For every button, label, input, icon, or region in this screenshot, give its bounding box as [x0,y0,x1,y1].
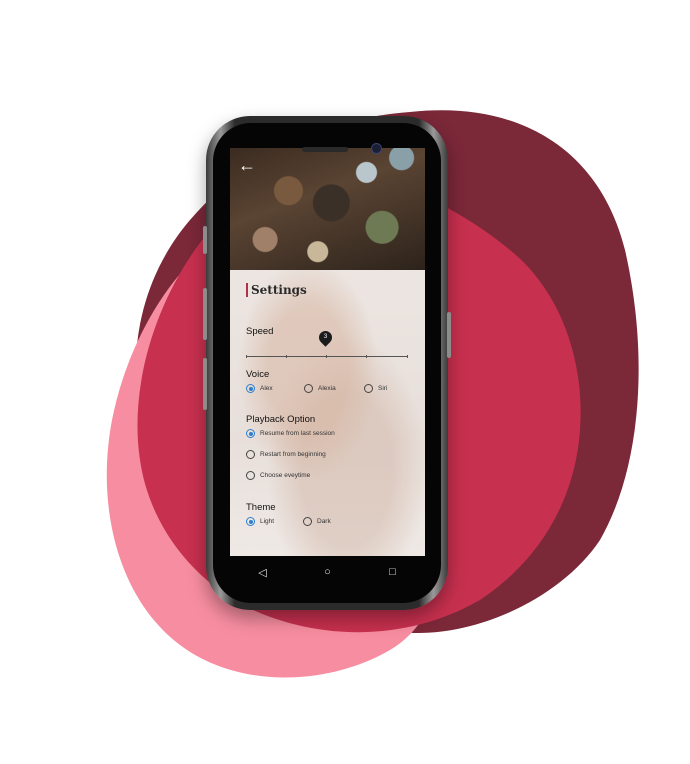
radio-unselected-icon [246,471,255,480]
phone-mockup: ← Settings Speed 3 Voice Alex Alexia Sir… [203,116,451,610]
voice-option-label: Alex [260,385,273,392]
speed-label: Speed [246,326,274,337]
playback-option-resume[interactable]: Resume from last session [246,429,335,438]
speed-value: 3 [323,334,328,340]
side-button-right [447,312,451,358]
playback-option-choose[interactable]: Choose eveytime [246,471,310,480]
nav-home-icon[interactable]: ○ [317,566,339,578]
volume-down-button [203,358,207,410]
radio-unselected-icon [246,450,255,459]
slider-tick [366,355,367,358]
nav-recents-icon[interactable]: □ [382,566,404,578]
theme-option-label: Light [260,518,275,525]
slider-tick [286,355,287,358]
radio-selected-icon [246,384,255,393]
playback-option-label: Resume from last session [260,430,335,437]
speed-slider[interactable] [246,355,408,358]
settings-panel: Settings Speed 3 Voice Alex Alexia Siri … [230,270,425,556]
voice-option-alex[interactable]: Alex [246,384,273,393]
playback-option-label: Restart from beginning [260,451,326,458]
playback-option-label: Choose eveytime [260,472,311,479]
back-button[interactable]: ← [234,152,260,178]
playback-option-restart[interactable]: Restart from beginning [246,450,326,459]
android-nav-bar: ◁ ○ □ [230,556,425,588]
slider-tick [326,355,327,358]
radio-unselected-icon [364,384,373,393]
theme-option-light[interactable]: Light [246,517,274,526]
volume-up-button [203,288,207,340]
voice-label: Voice [246,369,270,380]
app-screen: ← Settings Speed 3 Voice Alex Alexia Sir… [230,148,425,556]
radio-selected-icon [246,429,255,438]
nav-back-icon[interactable]: ◁ [252,566,274,579]
slider-tick [407,355,408,358]
power-button [203,226,207,254]
radio-unselected-icon [303,517,312,526]
front-camera [371,143,382,154]
radio-unselected-icon [304,384,313,393]
slider-tick [246,355,247,358]
theme-option-dark[interactable]: Dark [303,517,331,526]
arrow-left-icon: ← [238,155,256,175]
radio-selected-icon [246,517,255,526]
voice-option-label: Siri [378,385,388,392]
theme-option-label: Dark [317,518,331,525]
voice-option-alexia[interactable]: Alexia [304,384,336,393]
playback-label: Playback Option [246,414,316,425]
earpiece-speaker [302,147,348,152]
voice-option-siri[interactable]: Siri [364,384,387,393]
page-title: Settings [246,283,307,297]
theme-label: Theme [246,502,276,513]
hero-image: ← [230,148,425,270]
voice-option-label: Alexia [318,385,336,392]
